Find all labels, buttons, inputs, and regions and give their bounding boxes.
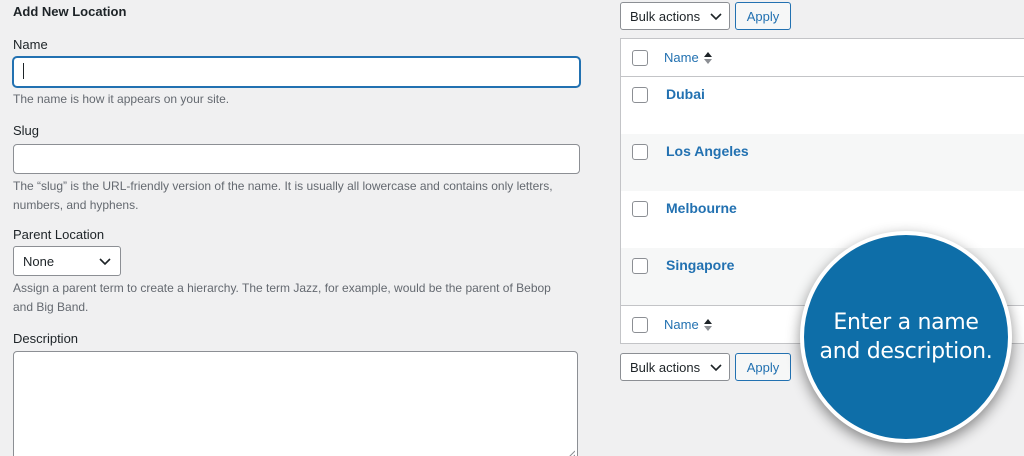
name-help: The name is how it appears on your site.	[13, 92, 230, 106]
name-input[interactable]	[13, 57, 580, 87]
location-link[interactable]: Dubai	[666, 86, 705, 102]
table-row: Dubai	[621, 77, 1024, 134]
name-column-header[interactable]: Name	[664, 50, 713, 65]
slug-input[interactable]	[13, 144, 580, 174]
location-link[interactable]: Melbourne	[666, 200, 737, 216]
select-all-checkbox[interactable]	[632, 49, 648, 66]
form-heading: Add New Location	[13, 4, 127, 19]
table-row: Melbourne	[621, 191, 1024, 248]
name-label: Name	[13, 37, 48, 52]
name-column-label: Name	[664, 50, 699, 65]
description-label: Description	[13, 331, 79, 346]
row-checkbox[interactable]	[632, 87, 648, 103]
resize-handle-icon[interactable]	[567, 450, 575, 456]
bulk-actions-label: Bulk actions	[630, 359, 701, 375]
text-caret	[23, 63, 24, 79]
location-link[interactable]: Los Angeles	[666, 143, 749, 159]
parent-help: Assign a parent term to create a hierarc…	[13, 281, 551, 314]
location-link[interactable]: Singapore	[666, 257, 734, 273]
name-input-wrap	[13, 57, 581, 87]
slug-help: The “slug” is the URL-friendly version o…	[13, 179, 553, 212]
callout-text: Enter a name and description.	[819, 310, 993, 364]
bulk-actions-label: Bulk actions	[630, 8, 701, 24]
apply-button-bottom[interactable]: Apply	[735, 353, 791, 381]
bulk-actions-select-top[interactable]: Bulk actions	[620, 2, 730, 30]
row-checkbox[interactable]	[632, 258, 648, 274]
name-column-footer[interactable]: Name	[664, 317, 713, 332]
sort-arrows-icon	[703, 51, 712, 64]
row-checkbox[interactable]	[632, 201, 648, 217]
table-row: Los Angeles	[621, 134, 1024, 191]
select-all-checkbox-footer[interactable]	[632, 316, 648, 333]
table-header: Name	[621, 39, 1024, 77]
apply-button-top[interactable]: Apply	[735, 2, 791, 30]
parent-selected-value: None	[23, 253, 55, 269]
add-location-form: Add New Location Name The name is how it…	[13, 0, 581, 456]
top-bulk-actions: Bulk actions Apply	[620, 2, 1024, 30]
sort-arrows-icon	[703, 318, 712, 331]
parent-location-select[interactable]: None	[13, 246, 121, 276]
parent-label: Parent Location	[13, 227, 105, 242]
description-textarea[interactable]	[13, 351, 578, 456]
instruction-callout: Enter a name and description.	[800, 231, 1012, 443]
name-column-label: Name	[664, 317, 699, 332]
slug-label: Slug	[13, 123, 40, 138]
row-checkbox[interactable]	[632, 144, 648, 160]
chevron-down-icon	[710, 364, 722, 372]
chevron-down-icon	[710, 13, 722, 21]
bulk-actions-select-bottom[interactable]: Bulk actions	[620, 353, 730, 381]
chevron-down-icon	[99, 258, 111, 266]
